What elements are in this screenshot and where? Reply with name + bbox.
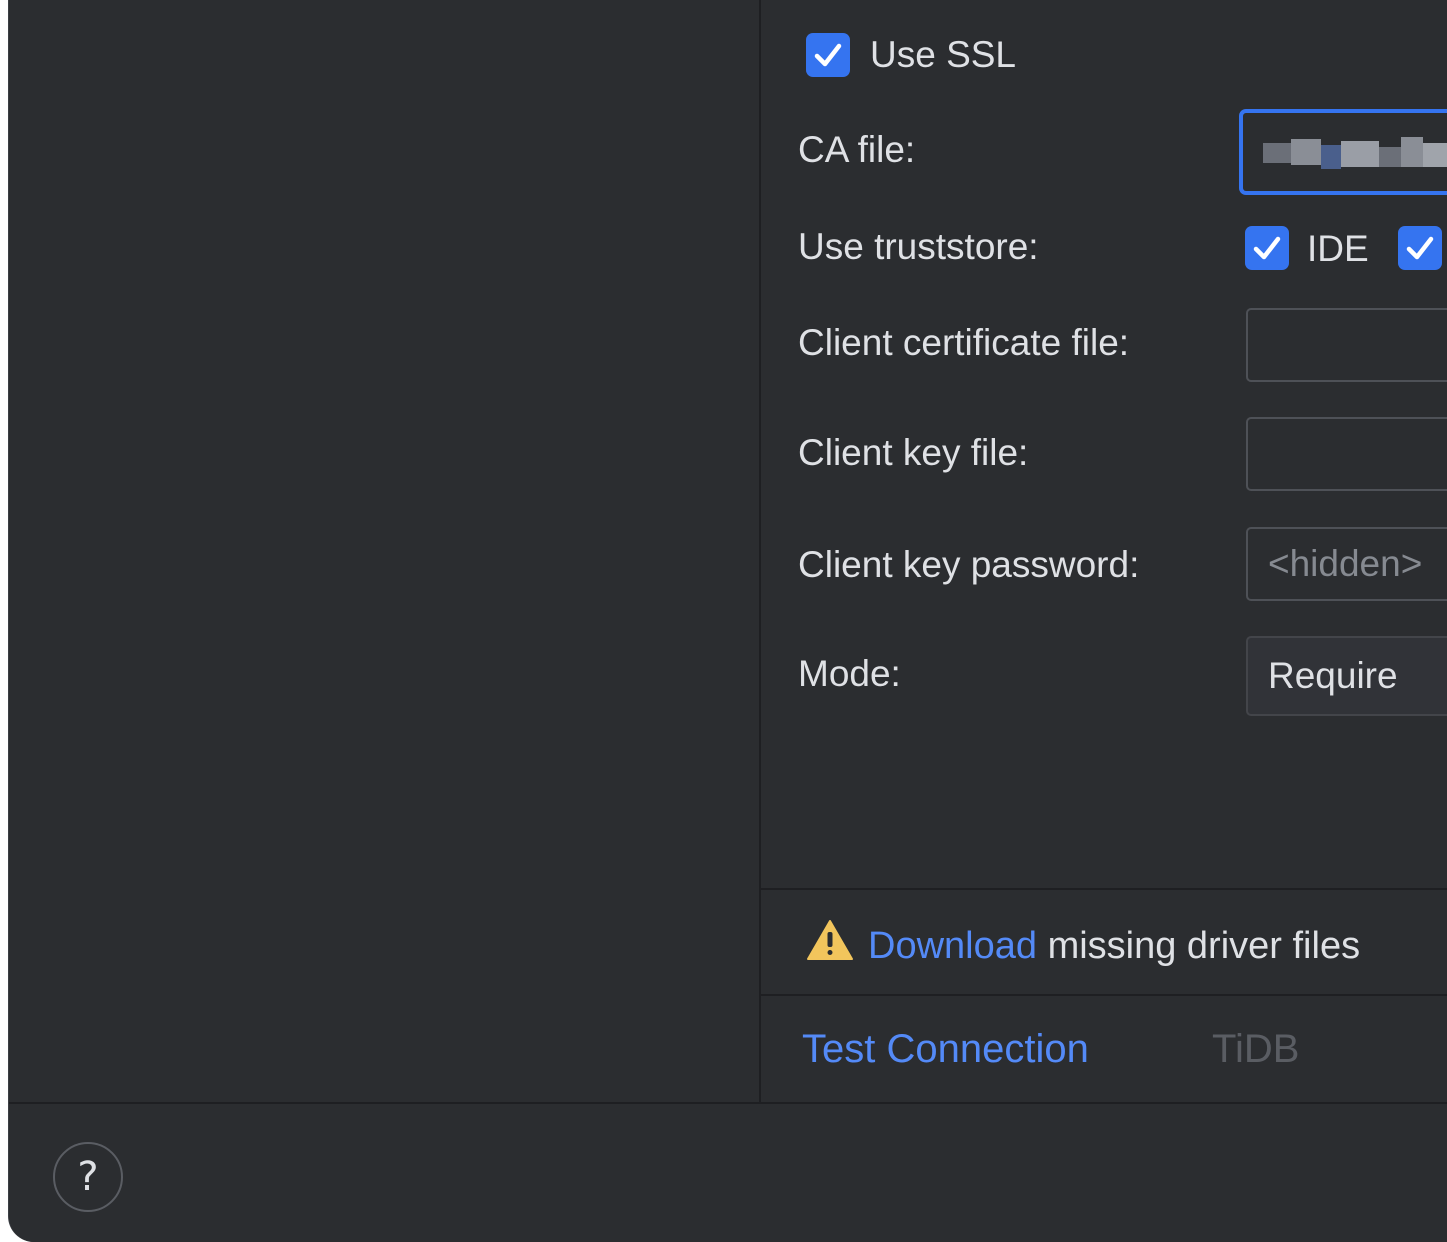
checkmark-icon bbox=[1253, 236, 1281, 260]
truststore-ide-label: IDE bbox=[1307, 228, 1369, 269]
mode-dropdown[interactable]: Require bbox=[1246, 636, 1447, 716]
test-connection-link[interactable]: Test Connection bbox=[802, 1023, 1089, 1075]
divider-bottom bbox=[761, 994, 1447, 996]
missing-driver-text: missing driver files bbox=[1047, 925, 1361, 967]
divider-top bbox=[761, 888, 1447, 890]
help-button[interactable]: ? bbox=[53, 1142, 123, 1212]
warning-icon bbox=[807, 920, 853, 960]
client-key-file-label: Client key file: bbox=[798, 432, 1029, 473]
client-key-password-label: Client key password: bbox=[798, 544, 1140, 585]
use-ssl-label: Use SSL bbox=[870, 34, 1017, 75]
help-icon: ? bbox=[77, 1154, 99, 1200]
mode-label: Mode: bbox=[798, 653, 901, 694]
truststore-java-checkbox[interactable] bbox=[1398, 226, 1442, 270]
client-certificate-label: Client certificate file: bbox=[798, 322, 1130, 363]
client-certificate-field[interactable] bbox=[1246, 308, 1447, 382]
missing-driver-warning: Download missing driver files bbox=[806, 918, 1360, 970]
download-link[interactable]: Download bbox=[868, 925, 1037, 967]
connection-dialog: Use SSL CA file: Use truststore: IDE Cli… bbox=[8, 0, 1447, 1242]
driver-name-label: TiDB bbox=[1212, 1027, 1300, 1071]
client-key-password-field[interactable]: <hidden> bbox=[1246, 527, 1447, 601]
use-truststore-label: Use truststore: bbox=[798, 226, 1039, 267]
use-ssl-checkbox[interactable] bbox=[806, 33, 850, 77]
redacted-path bbox=[1263, 137, 1447, 171]
checkmark-icon bbox=[814, 43, 842, 67]
mode-value: Require bbox=[1268, 655, 1398, 696]
data-sources-pane bbox=[9, 0, 761, 1102]
client-key-password-placeholder: <hidden> bbox=[1268, 543, 1423, 584]
truststore-ide-checkbox[interactable] bbox=[1245, 226, 1289, 270]
client-key-file-field[interactable] bbox=[1246, 417, 1447, 491]
dialog-bottom-bar: ? bbox=[9, 1102, 1447, 1242]
checkmark-icon bbox=[1406, 236, 1434, 260]
ca-file-field[interactable] bbox=[1239, 109, 1447, 195]
ca-file-label: CA file: bbox=[798, 129, 916, 170]
